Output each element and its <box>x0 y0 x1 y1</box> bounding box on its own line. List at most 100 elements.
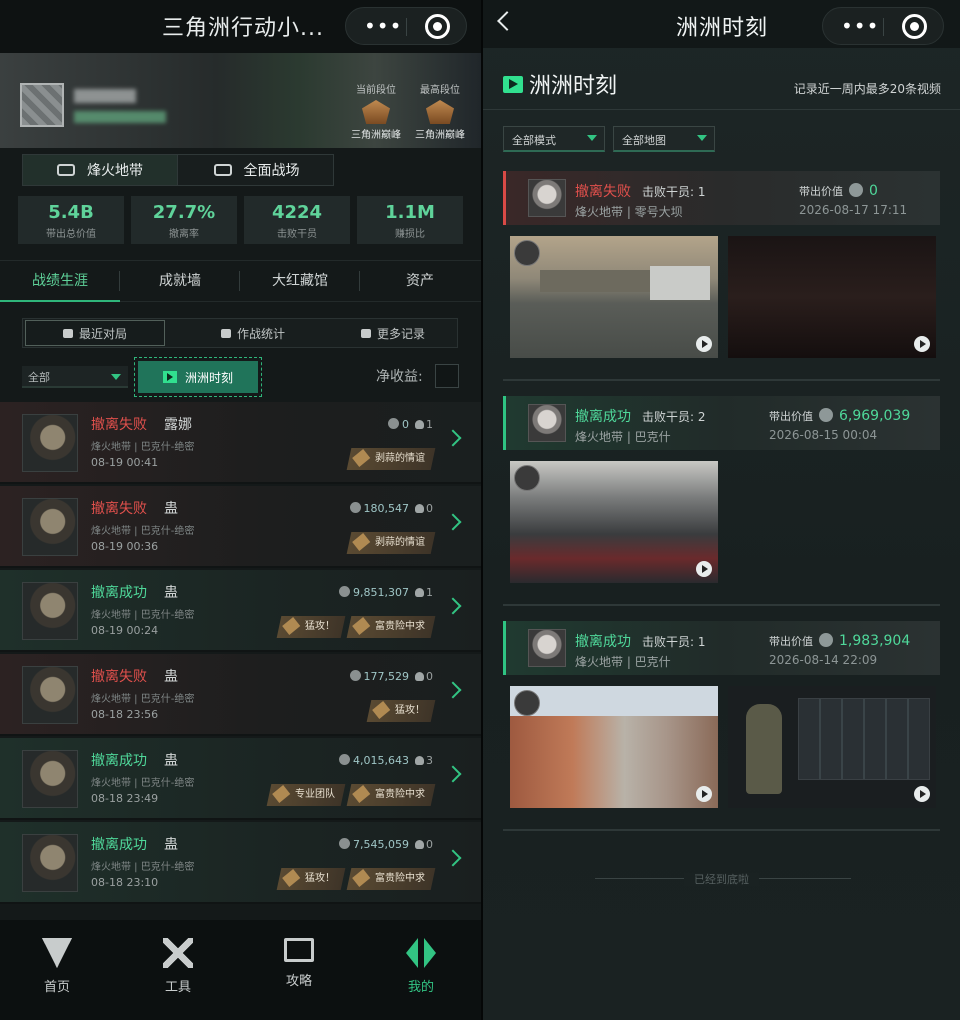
coin-icon <box>819 408 833 422</box>
match-row[interactable]: 撤离失败 露娜 烽火地带 | 巴克什-绝密 08-19 00:41 0 1 剥蒜的情谊 <box>0 402 481 484</box>
chevron-right-icon[interactable] <box>444 513 462 531</box>
chevron-right-icon[interactable] <box>444 849 462 867</box>
match-value: 01 <box>388 418 433 431</box>
coin-icon <box>349 670 361 681</box>
map-label: 烽火地带 | 巴克什-绝密 <box>91 526 195 537</box>
video-thumbnail[interactable] <box>510 461 718 583</box>
match-badge: 猛攻！ <box>276 868 346 890</box>
tab-combat-stats[interactable]: 作战统计 <box>193 319 313 347</box>
moment-card-header[interactable]: 撤离成功 击败干员: 1 烽火地带 | 巴克什 带出价值 1,983,904 20… <box>503 621 940 675</box>
play-icon <box>914 336 930 352</box>
bottom-nav: 首页 工具 攻略 我的 <box>0 920 481 1020</box>
gamepad-icon <box>62 328 73 338</box>
chevron-right-icon[interactable] <box>444 681 462 699</box>
map-label: 烽火地带 | 巴克什-绝密 <box>91 862 195 873</box>
match-row[interactable]: 撤离成功 蛊烽火地带 | 巴克什-绝密 08-19 00:24 9,851,307 1 猛… <box>0 570 481 652</box>
tab-more-records[interactable]: 更多记录 <box>333 319 453 347</box>
moment-card-header[interactable]: 撤离失败 击败干员: 1 烽火地带 | 零号大坝 带出价值 0 2026-08-1… <box>503 171 940 225</box>
match-list: 撤离失败 露娜 烽火地带 | 巴克什-绝密 08-19 00:41 0 1 剥蒜的情谊 撤离失… <box>0 402 481 922</box>
map-filter-select[interactable]: 全部地图 <box>613 126 715 152</box>
nav-me[interactable]: 我的 <box>381 938 461 995</box>
match-row[interactable]: 撤离失败 蛊烽火地带 | 巴克什-绝密 08-19 00:36 180,547 0 剥蒜的… <box>0 486 481 568</box>
section-note: 记录近一周内最多20条视频 <box>793 82 941 96</box>
more-icon[interactable]: ••• <box>364 14 402 38</box>
match-time: 08-18 23:10 <box>91 876 159 889</box>
skull-icon <box>415 588 424 597</box>
match-row[interactable]: 撤离失败 蛊烽火地带 | 巴克什-绝密 08-18 23:56 177,529 0 猛攻！ <box>0 654 481 736</box>
mode-filter-select[interactable]: 全部模式 <box>503 126 605 152</box>
chevron-right-icon[interactable] <box>444 765 462 783</box>
tab-hazard-zone[interactable]: 烽火地带 <box>23 155 178 185</box>
moments-button[interactable]: 洲洲时刻 <box>134 357 262 397</box>
skull-icon <box>415 840 424 849</box>
map-label: 烽火地带 | 零号大坝 <box>575 205 683 219</box>
match-time: 08-18 23:49 <box>91 792 159 805</box>
kills-label: 击败干员: 2 <box>642 410 706 424</box>
guide-screen-icon <box>284 938 314 962</box>
match-row[interactable]: 撤离成功 蛊烽火地带 | 巴克什-绝密 08-18 23:49 4,015,643 3 专… <box>0 738 481 820</box>
tab-assets[interactable]: 资产 <box>360 261 480 301</box>
profile-banner: 当前段位 三角洲巅峰 最高段位 三角洲巅峰 <box>0 53 481 148</box>
kills-label: 击败干员: 1 <box>642 635 706 649</box>
match-value: 180,547 0 <box>349 502 433 515</box>
close-target-icon[interactable] <box>425 14 450 39</box>
tab-collection[interactable]: 大红藏馆 <box>240 261 360 301</box>
nav-guides[interactable]: 攻略 <box>259 938 339 989</box>
me-logo-icon <box>406 938 436 968</box>
left-header: 三角洲行动小... ••• <box>0 0 481 53</box>
moments-pane: 洲洲时刻 ••• 洲洲时刻 记录近一周内最多20条视频 全部模式 全部地图 撤离… <box>483 0 960 1020</box>
moment-card-header[interactable]: 撤离成功 击败干员: 2 烽火地带 | 巴克什 带出价值 6,969,039 20… <box>503 396 940 450</box>
rank-emblem-icon <box>362 100 390 124</box>
stats-row: 5.4B 带出总价值 27.7% 撤离率 4224 击败干员 1.1M 赚损比 <box>18 196 463 244</box>
tab-recent-matches[interactable]: 最近对局 <box>25 320 165 346</box>
nav-home[interactable]: 首页 <box>17 938 97 995</box>
video-thumbnail[interactable] <box>510 686 718 808</box>
video-thumbnail[interactable] <box>728 686 936 808</box>
tab-full-battlefield[interactable]: 全面战场 <box>179 155 334 185</box>
video-thumbnail[interactable] <box>728 236 936 358</box>
record-subtabs: 最近对局 作战统计 更多记录 <box>22 318 458 348</box>
chevron-down-icon <box>587 135 597 141</box>
back-icon[interactable] <box>497 11 517 31</box>
chevron-right-icon[interactable] <box>444 597 462 615</box>
operator-avatar <box>528 179 566 217</box>
value-label: 带出价值 6,969,039 <box>769 408 911 424</box>
net-profit-label: 净收益: <box>376 369 423 385</box>
avatar[interactable] <box>20 83 64 127</box>
match-badges: 剥蒜的情谊 <box>346 532 436 554</box>
match-value: 177,529 0 <box>349 670 433 683</box>
play-icon <box>503 75 523 93</box>
coin-icon <box>388 418 399 429</box>
match-row[interactable]: 撤离成功 蛊烽火地带 | 巴克什-绝密 08-18 23:10 7,545,059 0 猛… <box>0 822 481 904</box>
video-thumbnail[interactable] <box>510 236 718 358</box>
operator-name: 蛊 <box>164 501 178 517</box>
tab-career[interactable]: 战绩生涯 <box>0 261 120 302</box>
career-tabs: 战绩生涯 成就墙 大红藏馆 资产 <box>0 260 481 302</box>
value-label: 带出价值 1,983,904 <box>769 633 911 649</box>
match-filter-select[interactable]: 全部 <box>22 366 128 388</box>
operator-avatar <box>528 629 566 667</box>
more-icon[interactable]: ••• <box>841 14 879 38</box>
mini-program-capsule: ••• <box>822 7 944 45</box>
match-badges: 猛攻！ 富贵险中求 <box>276 616 436 638</box>
match-badges: 猛攻！ 富贵险中求 <box>276 868 436 890</box>
close-target-icon[interactable] <box>902 14 927 39</box>
value-label: 带出价值 0 <box>799 183 878 199</box>
net-profit-checkbox[interactable] <box>435 364 459 388</box>
operator-name: 蛊 <box>164 669 178 685</box>
nav-tools[interactable]: 工具 <box>138 938 218 995</box>
play-icon <box>696 786 712 802</box>
player-id-blurred <box>74 111 166 123</box>
chevron-right-icon[interactable] <box>444 429 462 447</box>
map-label: 烽火地带 | 巴克什 <box>575 430 671 444</box>
operator-name: 蛊 <box>164 753 178 769</box>
tab-achievements[interactable]: 成就墙 <box>120 261 240 301</box>
coin-icon <box>349 502 361 513</box>
coin-icon <box>339 586 351 597</box>
stat-kills: 4224 击败干员 <box>244 196 350 244</box>
match-badge: 富贵险中求 <box>346 868 436 890</box>
match-value: 4,015,643 3 <box>339 754 433 767</box>
match-badge: 专业团队 <box>266 784 346 806</box>
match-badges: 猛攻！ <box>366 700 436 722</box>
drone-icon <box>57 164 75 176</box>
